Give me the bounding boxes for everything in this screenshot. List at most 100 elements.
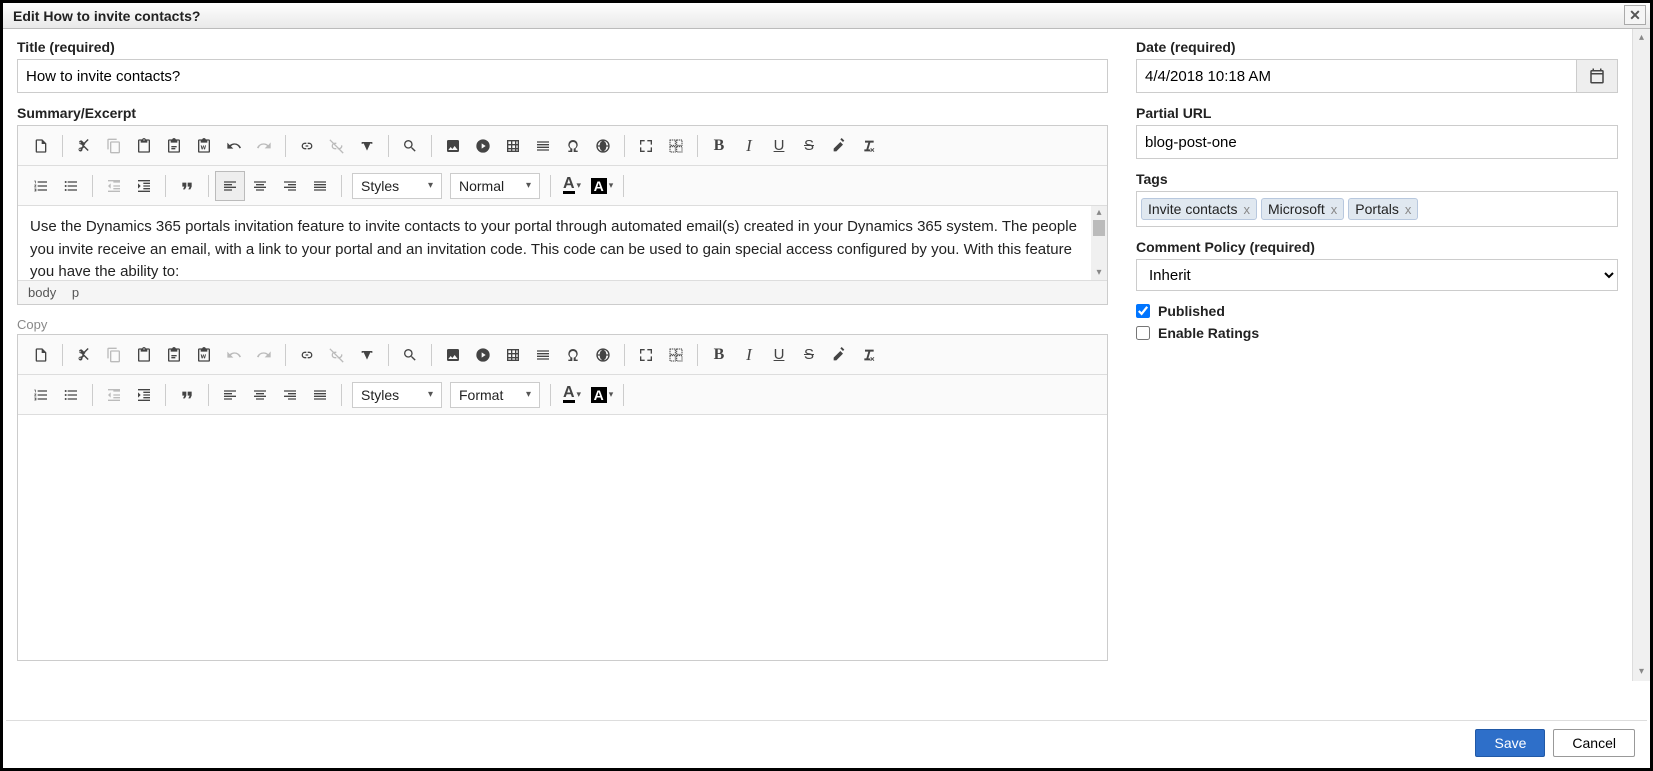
align-center-icon[interactable] xyxy=(245,380,275,410)
ol-icon[interactable] xyxy=(26,171,56,201)
ul-icon[interactable] xyxy=(56,171,86,201)
embed-icon[interactable] xyxy=(468,340,498,370)
tag-remove-icon[interactable]: x xyxy=(1405,202,1412,217)
partial-url-input[interactable] xyxy=(1136,125,1618,159)
editor-scrollbar[interactable]: ▴ ▾ xyxy=(1091,206,1107,280)
link-icon[interactable] xyxy=(292,131,322,161)
link-icon[interactable] xyxy=(292,340,322,370)
anchor-icon[interactable] xyxy=(352,340,382,370)
iframe-icon[interactable] xyxy=(588,340,618,370)
marker-icon[interactable] xyxy=(824,131,854,161)
paste-word-icon[interactable] xyxy=(189,131,219,161)
date-input[interactable] xyxy=(1136,59,1576,93)
copy-icon[interactable] xyxy=(99,131,129,161)
anchor-icon[interactable] xyxy=(352,131,382,161)
undo-icon[interactable] xyxy=(219,340,249,370)
outer-scrollbar[interactable]: ▴ ▾ xyxy=(1632,29,1650,681)
bgcolor-button[interactable]: A xyxy=(587,380,617,410)
paste-text-icon[interactable] xyxy=(159,340,189,370)
table-icon[interactable] xyxy=(498,340,528,370)
scroll-up-icon[interactable]: ▴ xyxy=(1633,29,1650,47)
align-justify-icon[interactable] xyxy=(305,380,335,410)
copy-editor-body[interactable] xyxy=(18,415,1107,660)
redo-icon[interactable] xyxy=(249,131,279,161)
image-icon[interactable] xyxy=(438,340,468,370)
outdent-icon[interactable] xyxy=(99,171,129,201)
textcolor-button[interactable]: A xyxy=(557,171,587,201)
marker-icon[interactable] xyxy=(824,340,854,370)
styles-dropdown[interactable]: Styles xyxy=(352,382,442,408)
maximize-icon[interactable] xyxy=(631,131,661,161)
source-icon[interactable] xyxy=(26,131,56,161)
italic-icon[interactable]: I xyxy=(734,131,764,161)
strike-icon[interactable]: S xyxy=(794,340,824,370)
paste-word-icon[interactable] xyxy=(189,340,219,370)
removeformat-icon[interactable] xyxy=(854,340,884,370)
save-button[interactable]: Save xyxy=(1475,729,1545,757)
blockquote-icon[interactable] xyxy=(172,380,202,410)
paste-icon[interactable] xyxy=(129,131,159,161)
iframe-icon[interactable] xyxy=(588,131,618,161)
embed-icon[interactable] xyxy=(468,131,498,161)
enable-ratings-checkbox[interactable] xyxy=(1136,326,1150,340)
summary-editor-body[interactable]: Use the Dynamics 365 portals invitation … xyxy=(18,206,1107,280)
underline-icon[interactable]: U xyxy=(764,340,794,370)
find-icon[interactable] xyxy=(395,340,425,370)
scroll-down-icon[interactable]: ▾ xyxy=(1091,266,1107,280)
maximize-icon[interactable] xyxy=(631,340,661,370)
showblocks-icon[interactable] xyxy=(661,340,691,370)
hr-icon[interactable] xyxy=(528,131,558,161)
styles-dropdown[interactable]: Styles xyxy=(352,173,442,199)
align-right-icon[interactable] xyxy=(275,171,305,201)
bold-icon[interactable]: B xyxy=(704,340,734,370)
cut-icon[interactable] xyxy=(69,340,99,370)
blockquote-icon[interactable] xyxy=(172,171,202,201)
scroll-up-icon[interactable]: ▴ xyxy=(1091,206,1107,220)
indent-icon[interactable] xyxy=(129,171,159,201)
removeformat-icon[interactable] xyxy=(854,131,884,161)
hr-icon[interactable] xyxy=(528,340,558,370)
path-p[interactable]: p xyxy=(72,285,79,300)
indent-icon[interactable] xyxy=(129,380,159,410)
published-checkbox[interactable] xyxy=(1136,304,1150,318)
unlink-icon[interactable] xyxy=(322,340,352,370)
cut-icon[interactable] xyxy=(69,131,99,161)
unlink-icon[interactable] xyxy=(322,131,352,161)
align-center-icon[interactable] xyxy=(245,171,275,201)
align-right-icon[interactable] xyxy=(275,380,305,410)
calendar-button[interactable] xyxy=(1576,59,1618,93)
bgcolor-button[interactable]: A xyxy=(587,171,617,201)
italic-icon[interactable]: I xyxy=(734,340,764,370)
scroll-down-icon[interactable]: ▾ xyxy=(1633,663,1650,681)
format-dropdown[interactable]: Normal xyxy=(450,173,540,199)
outdent-icon[interactable] xyxy=(99,380,129,410)
align-justify-icon[interactable] xyxy=(305,171,335,201)
underline-icon[interactable]: U xyxy=(764,131,794,161)
scroll-thumb[interactable] xyxy=(1093,220,1105,236)
specialchar-icon[interactable] xyxy=(558,131,588,161)
close-icon[interactable]: ✕ xyxy=(1624,5,1646,25)
textcolor-button[interactable]: A xyxy=(557,380,587,410)
bold-icon[interactable]: B xyxy=(704,131,734,161)
paste-text-icon[interactable] xyxy=(159,131,189,161)
align-left-icon[interactable] xyxy=(215,171,245,201)
cancel-button[interactable]: Cancel xyxy=(1553,729,1635,757)
table-icon[interactable] xyxy=(498,131,528,161)
tag-remove-icon[interactable]: x xyxy=(1331,202,1338,217)
ol-icon[interactable] xyxy=(26,380,56,410)
paste-icon[interactable] xyxy=(129,340,159,370)
align-left-icon[interactable] xyxy=(215,380,245,410)
find-icon[interactable] xyxy=(395,131,425,161)
copy-icon[interactable] xyxy=(99,340,129,370)
source-icon[interactable] xyxy=(26,340,56,370)
image-icon[interactable] xyxy=(438,131,468,161)
specialchar-icon[interactable] xyxy=(558,340,588,370)
title-input[interactable] xyxy=(17,59,1108,93)
strike-icon[interactable]: S xyxy=(794,131,824,161)
tag-remove-icon[interactable]: x xyxy=(1244,202,1251,217)
ul-icon[interactable] xyxy=(56,380,86,410)
tags-input[interactable]: Invite contactsxMicrosoftxPortalsx xyxy=(1136,191,1618,227)
redo-icon[interactable] xyxy=(249,340,279,370)
showblocks-icon[interactable] xyxy=(661,131,691,161)
format-dropdown[interactable]: Format xyxy=(450,382,540,408)
